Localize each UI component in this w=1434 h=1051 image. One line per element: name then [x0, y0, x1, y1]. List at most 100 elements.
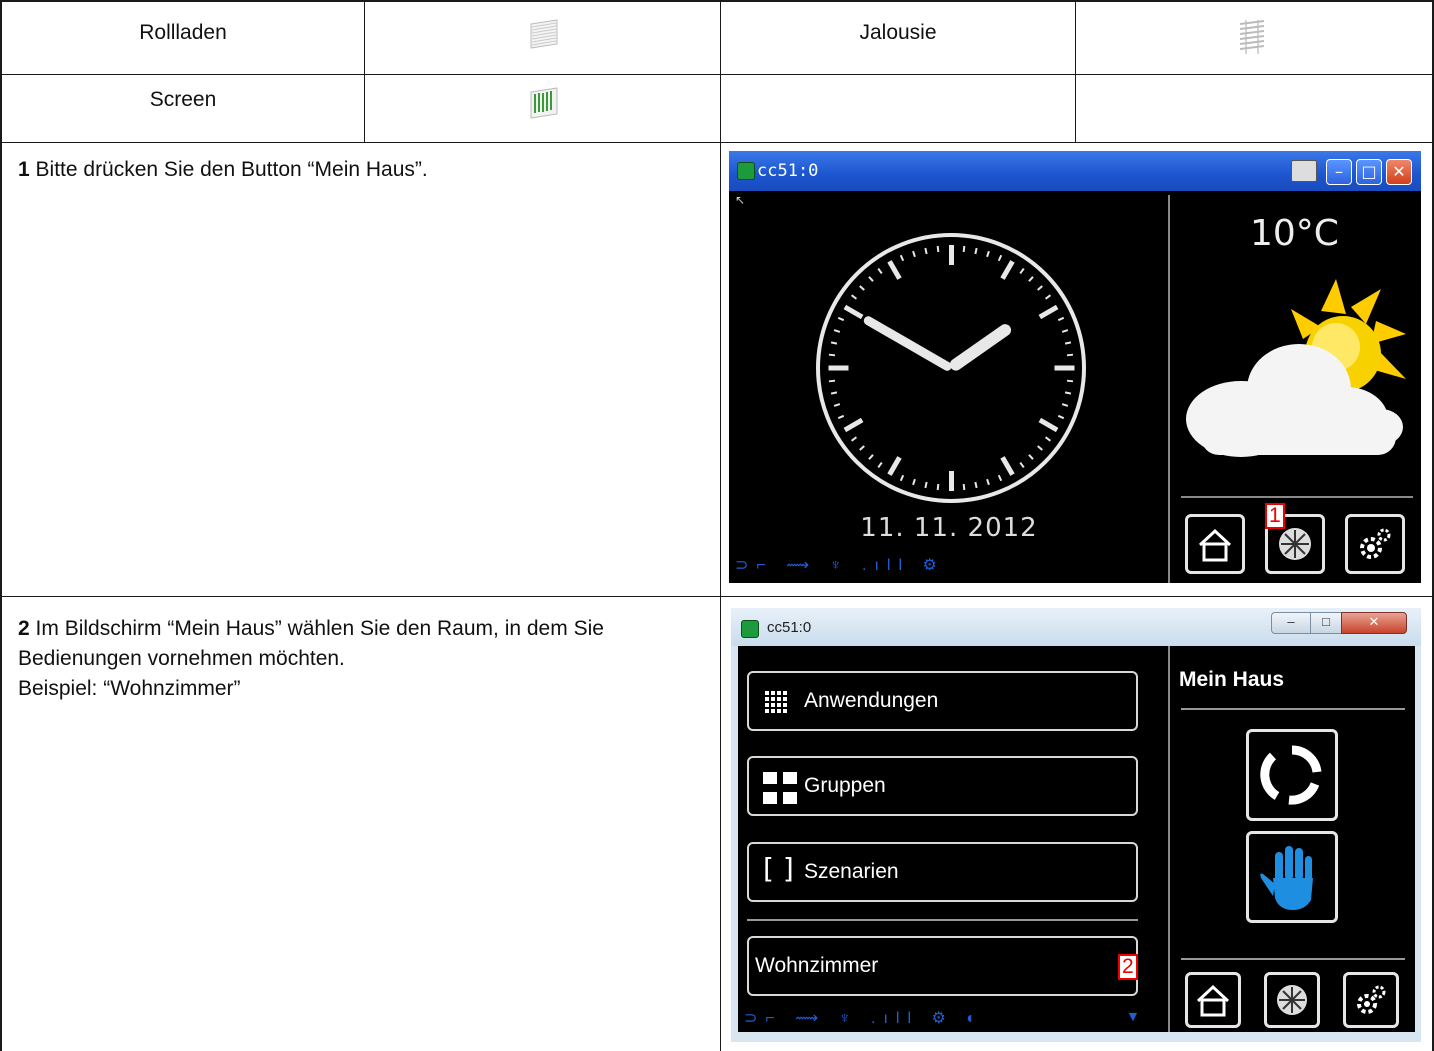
minimize-button[interactable]: – [1271, 612, 1311, 634]
window-title: cc51:0 [757, 161, 819, 181]
clock-tick [838, 414, 845, 419]
app-icon [737, 162, 755, 180]
mein-haus-button[interactable] [1264, 972, 1320, 1028]
clock-tick [912, 478, 916, 486]
step1-instruction: 1 Bitte drücken Sie den Button “Mein Hau… [18, 155, 428, 185]
brackets-icon: [ ] [763, 852, 794, 885]
step1-number: 1 [18, 158, 30, 181]
status-bar-icons: ⊃⌐ ⟿ ♆ .ıll ⚙ ◐ [744, 1010, 984, 1027]
app-icon [741, 620, 759, 638]
heading-divider [1181, 708, 1405, 710]
clock-tick [850, 294, 857, 301]
temperature-display: 10°C [1250, 213, 1339, 254]
clock-tick [974, 482, 978, 489]
clock-tick [937, 245, 940, 252]
clock-tick [1067, 379, 1074, 382]
clock-tick [1037, 445, 1044, 452]
clock-tick [1000, 260, 1015, 281]
step2-instruction: 2 Im Bildschirm “Mein Haus” wählen Sie d… [18, 614, 708, 704]
cursor-icon: ↖ [735, 193, 746, 207]
clock-tick [887, 260, 902, 281]
clock-tick [1000, 455, 1015, 476]
clock-tick [1018, 267, 1025, 274]
settings-button[interactable] [1343, 972, 1399, 1028]
clock-tick [1057, 414, 1064, 419]
sun-cloud-icon [1181, 269, 1413, 474]
clock-tick [1028, 454, 1035, 461]
scroll-down-icon[interactable]: ▼ [1126, 1008, 1140, 1024]
maximize-button[interactable]: □ [1356, 159, 1382, 185]
clock-tick [1038, 304, 1059, 319]
clock-tick [867, 454, 874, 461]
menu-szenarien-label: Szenarien [804, 860, 899, 883]
step2-line3: Beispiel: “Wohnzimmer” [18, 677, 241, 700]
clock-tick [858, 445, 865, 452]
clock-tick [843, 304, 864, 319]
clock-tick [877, 267, 884, 274]
menu-anwendungen-button[interactable]: Anwendungen [747, 671, 1138, 731]
clock-tick [1045, 294, 1052, 301]
callout-marker-2: 2 [1118, 954, 1138, 980]
clock-tick [997, 474, 1002, 481]
settings-button[interactable] [1345, 514, 1405, 574]
house-icon [1196, 984, 1230, 1017]
clock-tick [1067, 354, 1074, 357]
hour-hand [947, 321, 1014, 373]
minute-hand [862, 314, 954, 372]
clock-tick [830, 341, 837, 345]
manual-mode-button[interactable] [1246, 831, 1338, 923]
screenshot-home-screen: cc51:0 – □ ✕ ↖ 11. 11. 2012 10°C 1 ⊃⌐ ⟿ … [729, 151, 1421, 583]
clock-tick [948, 245, 954, 265]
gears-icon [1360, 528, 1391, 559]
clock-tick [986, 250, 990, 258]
clock-tick [1061, 329, 1069, 333]
clock-tick [1054, 365, 1074, 371]
maximize-button[interactable]: □ [1310, 612, 1342, 634]
house-icon [1198, 528, 1232, 562]
clock-tick [877, 462, 884, 469]
close-button[interactable]: ✕ [1341, 612, 1407, 634]
clock-tick [830, 391, 837, 395]
jalousie-icon [1236, 18, 1270, 61]
clock-tick [997, 255, 1002, 262]
horizontal-divider [1181, 496, 1413, 498]
menu-gruppen-label: Gruppen [804, 774, 886, 797]
fan-icon [1277, 985, 1307, 1015]
clock-tick [912, 250, 916, 258]
clock-tick [850, 435, 857, 442]
minimize-button[interactable]: – [1326, 159, 1352, 185]
vertical-divider [1168, 195, 1170, 583]
clock-tick [1028, 275, 1035, 282]
auto-mode-button[interactable] [1246, 729, 1338, 821]
menu-gruppen-button[interactable]: Gruppen [747, 756, 1138, 816]
callout-marker-1: 1 [1265, 503, 1285, 529]
close-button[interactable]: ✕ [1386, 159, 1412, 185]
home-button[interactable] [1185, 514, 1245, 574]
clock-tick [986, 478, 990, 486]
step2-line2: Bedienungen vornehmen möchten. [18, 647, 345, 670]
gears-icon [1357, 985, 1386, 1014]
clock-tick [867, 275, 874, 282]
window-titlebar: cc51:0 – □ ✕ [731, 608, 1421, 646]
cell-screen: Screen [149, 88, 217, 111]
menu-anwendungen-label: Anwendungen [804, 689, 939, 712]
clock-tick [1061, 403, 1069, 407]
cell-rollladen: Rollladen [139, 21, 227, 44]
refresh-icon [1260, 745, 1322, 805]
clock-tick [843, 417, 864, 432]
printer-icon[interactable] [1291, 160, 1317, 182]
clock-tick [828, 354, 835, 357]
date-display: 11. 11. 2012 [860, 513, 1038, 543]
clock-tick [1045, 435, 1052, 442]
menu-szenarien-button[interactable]: [ ] Szenarien [747, 842, 1138, 902]
clock-tick [924, 247, 928, 254]
room-wohnzimmer-button[interactable]: Wohnzimmer [747, 936, 1138, 996]
clock-tick [1018, 462, 1025, 469]
clock-tick [937, 484, 940, 491]
app-content: Anwendungen Gruppen [ ] Szenarien Wohnzi… [738, 646, 1415, 1032]
clock-tick [974, 247, 978, 254]
home-button[interactable] [1185, 972, 1241, 1028]
menu-divider [747, 919, 1138, 921]
grid-icon [763, 687, 793, 722]
screen-icon [529, 86, 559, 125]
